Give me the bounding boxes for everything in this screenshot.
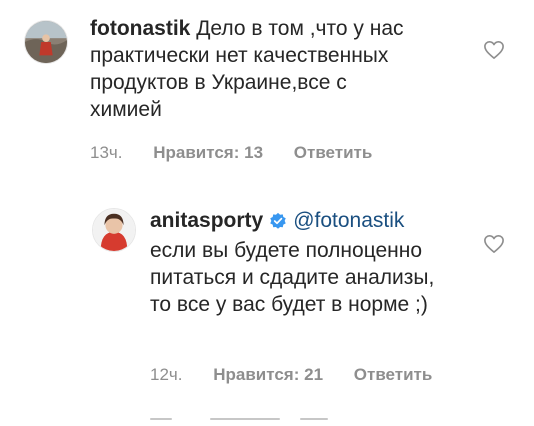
comment-body: если вы будете полноценно питаться и сда… bbox=[150, 239, 435, 316]
reply-comment-item: anitasporty @fotonastik если вы будете п… bbox=[0, 180, 534, 400]
comment-timestamp[interactable]: 13ч. bbox=[90, 143, 123, 163]
comment-item: fotonastik Дело в том ,что у нас практич… bbox=[0, 0, 534, 180]
comment-username[interactable]: fotonastik bbox=[90, 17, 190, 40]
comment-text: fotonastik Дело в том ,что у нас практич… bbox=[90, 15, 420, 123]
reply-button[interactable]: Ответить bbox=[354, 365, 433, 385]
avatar-photo bbox=[93, 209, 135, 251]
heart-outline-icon[interactable] bbox=[483, 40, 505, 60]
comment-likes[interactable]: Нравится: 21 bbox=[213, 365, 323, 385]
heart-outline-icon[interactable] bbox=[483, 234, 505, 254]
comment-likes[interactable]: Нравится: 13 bbox=[153, 143, 263, 163]
comment-meta: 13ч. Нравится: 13 Ответить bbox=[90, 143, 372, 163]
comment-text: anitasporty @fotonastik если вы будете п… bbox=[150, 207, 450, 318]
avatar-photo bbox=[25, 21, 67, 63]
comment-username[interactable]: anitasporty bbox=[150, 209, 263, 232]
avatar[interactable] bbox=[92, 208, 136, 252]
comment-meta: 12ч. Нравится: 21 Ответить bbox=[150, 365, 432, 385]
comment-timestamp[interactable]: 12ч. bbox=[150, 365, 183, 385]
verified-badge-icon bbox=[269, 210, 287, 237]
mention-link[interactable]: @fotonastik bbox=[293, 209, 404, 232]
next-comment-edge bbox=[150, 418, 330, 421]
reply-button[interactable]: Ответить bbox=[294, 143, 373, 163]
avatar[interactable] bbox=[24, 20, 68, 64]
